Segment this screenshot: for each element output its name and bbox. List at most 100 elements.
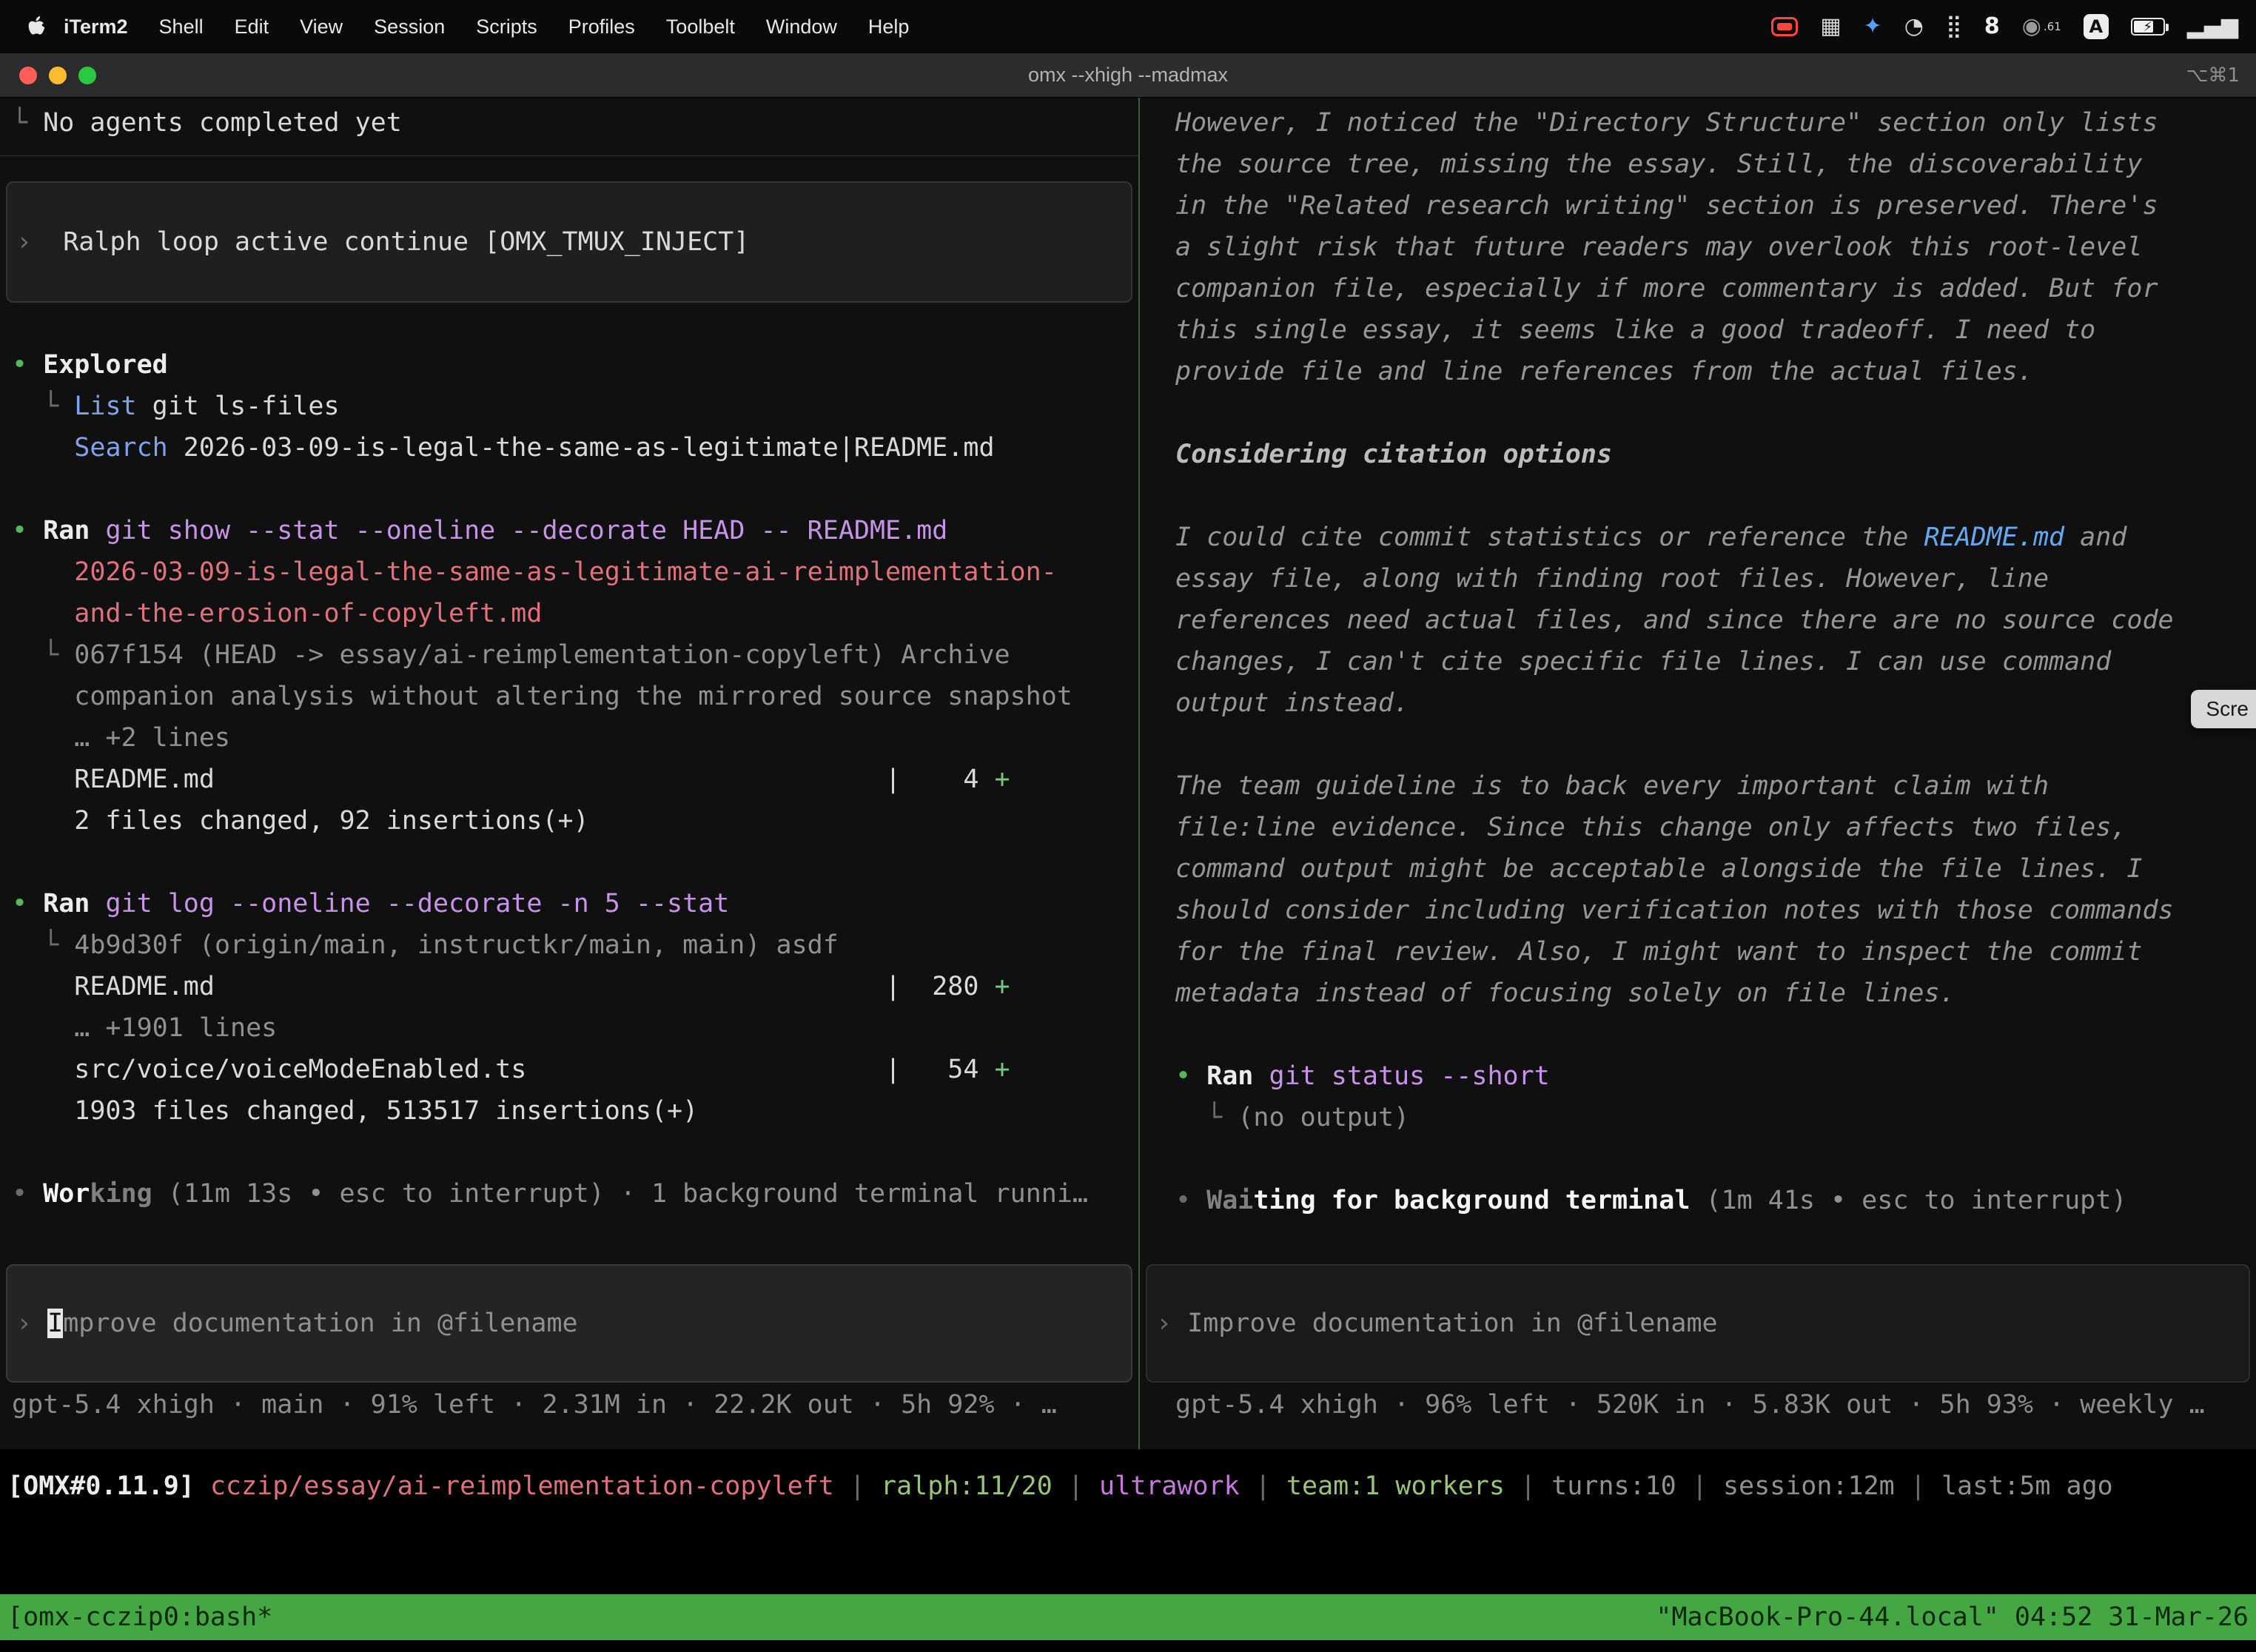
bottom-strip	[0, 1640, 2256, 1652]
icon-sub-label: .61	[2044, 13, 2061, 40]
text-segment: turns:10	[1551, 1471, 1676, 1501]
text-segment: I	[47, 1309, 63, 1338]
terminal-line: … +1901 lines	[12, 1007, 1131, 1049]
terminal-line: • Working (11m 13s • esc to interrupt) ·…	[12, 1173, 1131, 1215]
text-segment: •	[12, 516, 43, 545]
right-scrollback: However, I noticed the "Directory Struct…	[1140, 98, 2256, 1221]
menu-item-edit[interactable]: Edit	[219, 16, 285, 38]
text-segment: companion analysis without altering the …	[12, 682, 1072, 711]
macos-menu-bar: iTerm2 ShellEditViewSessionScriptsProfil…	[0, 0, 2256, 53]
menu-item-scripts[interactable]: Scripts	[460, 16, 553, 38]
text-segment: •	[12, 889, 43, 919]
text-segment: and-the-erosion-of-copyleft.md	[74, 599, 542, 628]
terminal-line	[12, 842, 1131, 883]
agents-status-box: └ No agents completed yet	[0, 98, 1138, 156]
text-segment: ›	[16, 1309, 47, 1338]
minimize-button[interactable]	[49, 67, 67, 84]
zoom-button[interactable]	[78, 67, 96, 84]
text-segment: └	[12, 930, 74, 960]
terminal-line: • Explored	[12, 344, 1131, 386]
text-segment: … +2 lines	[12, 723, 230, 753]
text-segment: |	[834, 1471, 881, 1501]
text-segment: README.md | 280	[12, 972, 995, 1001]
text-segment: •	[1175, 1186, 1206, 1215]
right-prompt-input[interactable]: › Improve documentation in @filename	[1146, 1264, 2250, 1383]
menu-items: ShellEditViewSessionScriptsProfilesToolb…	[144, 16, 925, 38]
text-segment: Explored	[43, 350, 168, 380]
window-title-bar: omx --xhigh --madmax ⌥⌘1	[0, 53, 2256, 98]
text-segment	[12, 557, 74, 587]
menu-item-shell[interactable]: Shell	[144, 16, 219, 38]
text-segment: 4b9d30f (origin/main, instructkr/main, m…	[74, 930, 839, 960]
window-title: omx --xhigh --madmax	[0, 64, 2256, 87]
reasoning-paragraph: The team guideline is to back every impo…	[1175, 765, 2175, 1014]
text-segment: git ls-files	[137, 392, 340, 421]
text-segment: |	[1053, 1471, 1099, 1501]
screen-recording-indicator-icon[interactable]	[1771, 17, 1798, 36]
reasoning-paragraphs: However, I noticed the "Directory Struct…	[1175, 102, 2241, 1014]
right-body-lines: • Ran git status --short └ (no output) •…	[1175, 1055, 2241, 1221]
blue-spark-app-icon[interactable]: ✦	[1864, 13, 1882, 40]
text-segment: ting for background terminal	[1253, 1186, 1690, 1215]
terminal-line: • Ran git log --oneline --decorate -n 5 …	[12, 883, 1131, 924]
charging-bolt-icon: ⚡	[2143, 19, 2152, 35]
left-status-line: gpt-5.4 xhigh · main · 91% left · 2.31M …	[0, 1384, 1138, 1426]
notification-toast[interactable]: Scre	[2191, 690, 2256, 728]
menu-item-app-name[interactable]: iTerm2	[52, 16, 144, 38]
text-segment: |	[1676, 1471, 1723, 1501]
grid-app-icon[interactable]: ▦	[1820, 13, 1841, 40]
text-segment: I could cite commit statistics or refere…	[1175, 523, 1924, 552]
text-segment: Ran	[43, 516, 90, 545]
text-segment: •	[12, 350, 43, 380]
left-pane: └ No agents completed yet › Ralph loop a…	[0, 98, 1138, 1449]
signal-bars-icon[interactable]: ▂▄▆	[2187, 13, 2238, 40]
text-segment: The team guideline is to back every impo…	[1175, 771, 2174, 1008]
text-segment: Considering citation options	[1175, 440, 1612, 469]
text-segment: (no output)	[1238, 1103, 1409, 1132]
dots-grid-icon[interactable]: ⣿	[1946, 13, 1962, 40]
terminal-line: README.md | 4 +	[12, 759, 1131, 800]
text-segment: (1m 41s • esc to interrupt)	[1690, 1186, 2126, 1215]
round-app-icon[interactable]: ◔	[1904, 13, 1924, 40]
menu-item-profiles[interactable]: Profiles	[553, 16, 651, 38]
right-status-line: gpt-5.4 xhigh · 96% left · 520K in · 5.8…	[1140, 1384, 2256, 1426]
text-segment: |	[1505, 1471, 1551, 1501]
text-segment: src/voice/voiceModeEnabled.ts | 54	[12, 1055, 995, 1084]
battery-icon[interactable]: ⚡	[2131, 18, 2165, 36]
terminal-line: └ 067f154 (HEAD -> essay/ai-reimplementa…	[12, 634, 1131, 676]
text-segment: mprove documentation in @filename	[63, 1309, 577, 1338]
terminal-line: companion analysis without altering the …	[12, 676, 1131, 717]
close-button[interactable]	[19, 67, 37, 84]
menu-bar-status-icons: ▦ ✦ ◔ ⣿ 8 ◉.61 A ⚡ ▂▄▆	[1771, 13, 2238, 40]
menu-item-session[interactable]: Session	[358, 16, 460, 38]
text-segment: last:5m ago	[1941, 1471, 2113, 1501]
menu-item-window[interactable]: Window	[751, 16, 853, 38]
eight-app-icon[interactable]: 8	[1984, 13, 2000, 40]
text-segment: ralph:11/20	[881, 1471, 1053, 1501]
text-segment: Wai	[1206, 1186, 1253, 1215]
menu-item-view[interactable]: View	[284, 16, 358, 38]
omx-status-bar: [OMX#0.11.9] cczip/essay/ai-reimplementa…	[0, 1449, 2256, 1517]
text-segment: Ran	[1206, 1061, 1253, 1091]
ralph-loop-inject-box: › Ralph loop active continue [OMX_TMUX_I…	[6, 181, 1132, 303]
terminal-line: └ (no output)	[1175, 1097, 2241, 1138]
menu-item-toolbelt[interactable]: Toolbelt	[651, 16, 751, 38]
keyboard-input-icon[interactable]: A	[2084, 14, 2109, 39]
tmux-status-bar: [omx-cczip0:bash* "MacBook-Pro-44.local"…	[0, 1594, 2256, 1640]
stats-gauge-icon[interactable]: ◉.61	[2022, 13, 2061, 40]
right-prompt-text: › Improve documentation in @filename	[1156, 1303, 2240, 1344]
text-segment: +	[995, 972, 1010, 1001]
text-segment: 2026-03-09-is-legal-the-same-as-legitima…	[74, 557, 1057, 587]
text-segment: └	[12, 640, 74, 670]
terminal-line: • Waiting for background terminal (1m 41…	[1175, 1180, 2241, 1221]
left-prompt-input[interactable]: › Improve documentation in @filename	[6, 1264, 1132, 1383]
screen: iTerm2 ShellEditViewSessionScriptsProfil…	[0, 0, 2256, 1652]
text-segment: •	[1175, 1061, 1206, 1091]
terminal-area: └ No agents completed yet › Ralph loop a…	[0, 98, 2256, 1449]
text-segment: 2026-03-09-is-legal-the-same-as-legitima…	[168, 433, 995, 463]
terminal-line: 2026-03-09-is-legal-the-same-as-legitima…	[12, 551, 1131, 593]
text-segment: 2 files changed, 92 insertions(+)	[12, 806, 589, 836]
text-segment: … +1901 lines	[12, 1013, 277, 1043]
apple-logo-icon[interactable]	[28, 16, 46, 37]
menu-item-help[interactable]: Help	[853, 16, 925, 38]
